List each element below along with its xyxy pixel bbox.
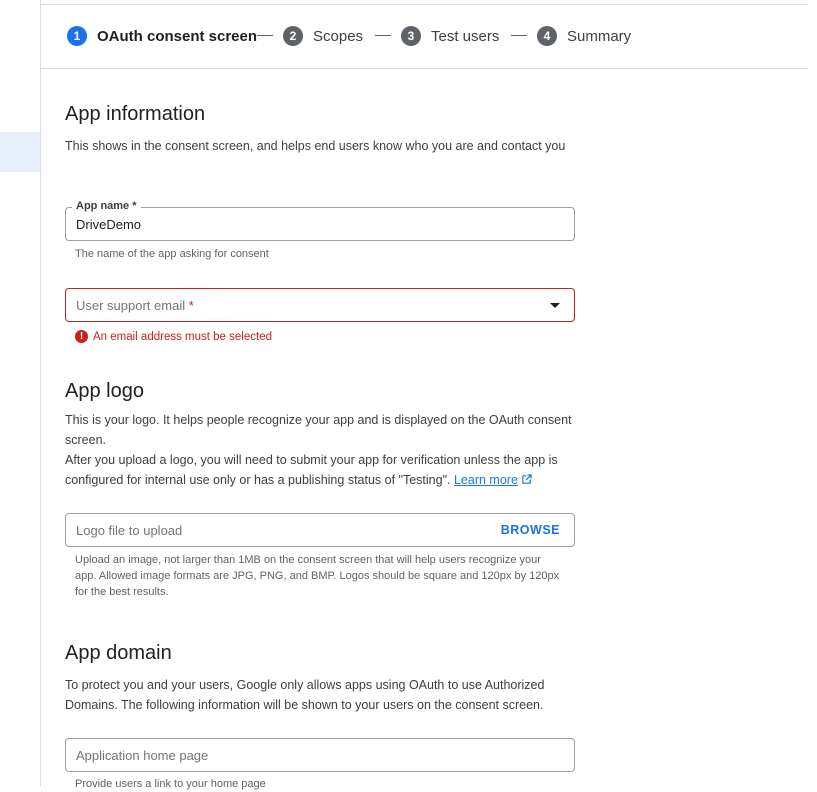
step-summary[interactable]: 4 Summary — [537, 26, 631, 46]
left-nav-selected-item[interactable] — [0, 132, 40, 172]
step-oauth-consent-screen[interactable]: 1 OAuth consent screen — [67, 26, 257, 46]
step-number-badge: 1 — [67, 26, 87, 46]
step-label: Scopes — [313, 27, 364, 45]
home-page-placeholder: Application home page — [76, 748, 209, 763]
app-name-field[interactable]: App name * DriveDemo — [65, 200, 575, 241]
logo-upload-hint: Upload an image, not larger than 1MB on … — [75, 554, 560, 598]
app-information-description: This shows in the consent screen, and he… — [65, 139, 566, 153]
external-link-icon — [522, 474, 532, 484]
app-domain-heading: App domain — [65, 642, 172, 664]
step-number-badge: 2 — [283, 26, 303, 46]
step-number-badge: 3 — [401, 26, 421, 46]
step-number-badge: 4 — [537, 26, 557, 46]
step-label: Test users — [431, 27, 500, 45]
step-scopes[interactable]: 2 Scopes — [283, 26, 363, 46]
required-mark: * — [188, 298, 194, 313]
dropdown-caret-icon[interactable] — [550, 303, 560, 308]
wizard-stepper: 1 OAuth consent screen 2 Scopes 3 Test u… — [41, 5, 808, 69]
step-connector — [257, 35, 273, 36]
step-connector — [511, 35, 527, 36]
left-navigation-rail — [0, 0, 41, 786]
logo-upload-placeholder: Logo file to upload — [76, 523, 183, 538]
app-domain-description: To protect you and your users, Google on… — [65, 678, 545, 712]
app-name-label: App name * — [72, 200, 141, 212]
support-email-error: ! An email address must be selected — [75, 330, 272, 343]
step-label: Summary — [567, 27, 632, 45]
home-page-hint: Provide users a link to your home page — [75, 778, 266, 790]
error-message: An email address must be selected — [93, 330, 272, 343]
app-information-heading: App information — [65, 103, 206, 125]
app-name-value: DriveDemo — [76, 217, 142, 232]
app-logo-description: This is your logo. It helps people recog… — [65, 413, 572, 487]
browse-button[interactable]: BROWSE — [501, 523, 560, 537]
step-label: OAuth consent screen — [97, 27, 258, 45]
logo-upload-field[interactable]: Logo file to upload BROWSE — [65, 513, 575, 547]
user-support-email-select[interactable]: User support email * — [65, 288, 575, 322]
step-connector — [375, 35, 391, 36]
error-icon: ! — [75, 330, 88, 343]
application-home-page-field[interactable]: Application home page — [65, 738, 575, 772]
app-name-hint: The name of the app asking for consent — [75, 248, 269, 260]
user-support-email-placeholder: User support email * — [76, 298, 194, 313]
step-test-users[interactable]: 3 Test users — [401, 26, 499, 46]
app-logo-heading: App logo — [65, 380, 144, 402]
learn-more-link[interactable]: Learn more — [454, 473, 518, 487]
